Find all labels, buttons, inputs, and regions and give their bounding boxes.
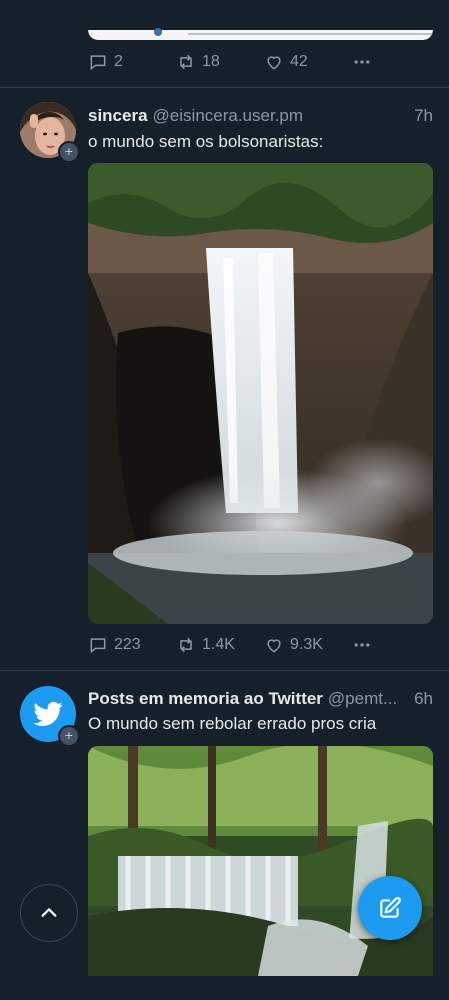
tweet-divider bbox=[0, 87, 449, 88]
like-button[interactable]: 9.3K bbox=[264, 635, 352, 655]
more-options-button[interactable] bbox=[352, 52, 372, 72]
retweet-count: 18 bbox=[202, 53, 220, 70]
waterfall-image bbox=[88, 163, 433, 624]
previous-tweet-media[interactable] bbox=[88, 0, 433, 40]
tweet-text: O mundo sem rebolar errado pros cria bbox=[88, 714, 377, 733]
reply-button[interactable]: 2 bbox=[88, 52, 176, 72]
tweet-media[interactable] bbox=[88, 163, 433, 624]
display-name[interactable]: Posts em memoria ao Twitter bbox=[88, 689, 323, 709]
compose-tweet-button[interactable] bbox=[358, 876, 422, 940]
previous-tweet-actions: 2 18 42 bbox=[88, 52, 433, 72]
timestamp: 6h bbox=[414, 689, 433, 708]
retweet-button[interactable]: 18 bbox=[176, 52, 264, 72]
reply-button[interactable]: 223 bbox=[88, 635, 176, 655]
heart-icon bbox=[267, 56, 281, 70]
display-name[interactable]: sincera bbox=[88, 106, 148, 126]
follow-plus-icon[interactable]: + bbox=[58, 725, 80, 747]
retweet-button[interactable]: 1.4K bbox=[176, 635, 264, 655]
tweet-actions: 223 1.4K 9.3K bbox=[88, 635, 433, 655]
tweet-text: o mundo sem os bolsonaristas: bbox=[88, 132, 324, 151]
reply-count: 223 bbox=[114, 636, 141, 653]
twitter-bird-icon bbox=[33, 701, 63, 726]
compose-icon bbox=[380, 897, 401, 918]
tweet-divider bbox=[0, 670, 449, 671]
heart-icon bbox=[267, 639, 281, 653]
tweet-header: sincera @eisincera.user.pm 7h bbox=[88, 106, 433, 126]
like-count: 42 bbox=[290, 53, 308, 70]
like-count: 9.3K bbox=[290, 636, 323, 653]
user-handle[interactable]: @pemt... bbox=[328, 689, 408, 709]
tweet-header: Posts em memoria ao Twitter @pemt... 6h bbox=[88, 689, 433, 709]
timestamp: 7h bbox=[414, 106, 433, 125]
like-button[interactable]: 42 bbox=[264, 52, 352, 72]
retweet-count: 1.4K bbox=[202, 636, 235, 653]
more-options-button[interactable] bbox=[352, 635, 372, 655]
reply-icon bbox=[90, 638, 106, 654]
scroll-to-top-button[interactable] bbox=[20, 884, 78, 942]
forest-waterfall-image bbox=[88, 746, 433, 976]
tweet-media[interactable] bbox=[88, 746, 433, 976]
retweet-icon bbox=[180, 637, 192, 653]
reply-icon bbox=[90, 55, 106, 71]
more-dots-icon bbox=[354, 643, 370, 647]
more-dots-icon bbox=[354, 60, 370, 64]
reply-count: 2 bbox=[114, 53, 123, 70]
user-handle[interactable]: @eisincera.user.pm bbox=[153, 106, 409, 126]
chevron-up-icon bbox=[41, 908, 57, 917]
retweet-icon bbox=[180, 54, 192, 70]
follow-plus-icon[interactable]: + bbox=[58, 141, 80, 163]
